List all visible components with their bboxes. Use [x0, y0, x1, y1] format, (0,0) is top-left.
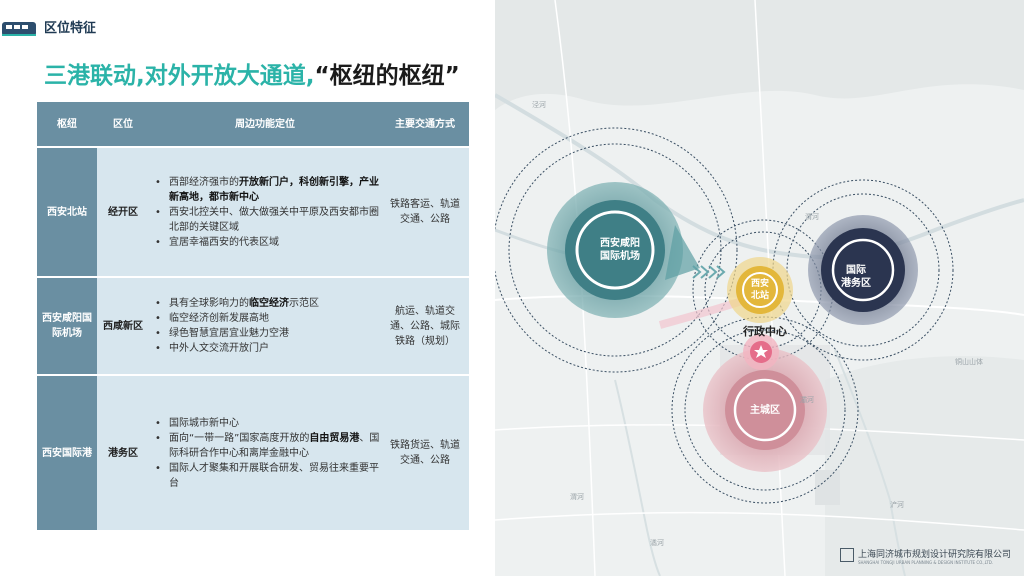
map-label: 铜山山体 [955, 358, 983, 366]
transport-cell: 航运、轨道交通、公路、城际铁路（规划） [390, 305, 460, 347]
functions-cell: 西部经济强市的开放新门户，科创新引擎，产业新高地，都市新中心 西安北控关中、做大… [149, 148, 381, 276]
table-row: 西安国际港 港务区 国际城市新中心 面向“一带一路”国家高度开放的自由贸易港、国… [37, 376, 469, 530]
list-item: 西安北控关中、做大做强关中平原及西安都市圈北部的关键区域 [153, 205, 381, 235]
headline-quote: “枢纽的枢纽” [314, 63, 460, 89]
transport-cell: 铁路客运、轨道交通、公路 [390, 199, 460, 225]
map-label: 潏河 [650, 539, 664, 547]
section-title: 区位特征 [44, 21, 97, 36]
map-label: 渭河 [570, 493, 584, 501]
table-header-row: 枢纽 区位 周边功能定位 主要交通方式 [37, 102, 469, 146]
north-station-node-label: 西安 北站 [750, 279, 769, 301]
zone-name: 经开区 [108, 206, 138, 218]
list-item: 国际城市新中心 [153, 416, 381, 431]
admin-center-label: 行政中心 [743, 325, 787, 338]
header-zone: 区位 [113, 118, 133, 130]
list-item: 面向“一带一路”国家高度开放的自由贸易港、国际科研合作中心和离岸金融中心 [153, 431, 381, 461]
map-label: 灞河 [800, 396, 814, 404]
zone-name: 西咸新区 [103, 320, 143, 332]
list-item: 国际人才聚集和开展联合研发、贸易往来重要平台 [153, 461, 381, 491]
zone-name: 港务区 [108, 447, 138, 459]
function-list: 国际城市新中心 面向“一带一路”国家高度开放的自由贸易港、国际科研合作中心和离岸… [149, 416, 381, 491]
list-item: 临空经济创新发展高地 [153, 311, 319, 326]
map-label: 泾河 [532, 101, 546, 109]
port-node-label: 国际 港务区 [841, 265, 871, 289]
header-transport: 主要交通方式 [395, 118, 455, 130]
hub-name: 西安北站 [37, 148, 97, 276]
function-list: 西部经济强市的开放新门户，科创新引擎，产业新高地，都市新中心 西安北控关中、做大… [149, 175, 381, 250]
function-list: 具有全球影响力的临空经济示范区 临空经济创新发展高地 绿色智慧宜居宜业魅力空港 … [149, 296, 319, 356]
city-node-label: 主城区 [750, 405, 780, 416]
map-label: 浐河 [890, 501, 904, 509]
table-row: 西安北站 经开区 西部经济强市的开放新门户，科创新引擎，产业新高地，都市新中心 … [37, 148, 469, 276]
list-item: 绿色智慧宜居宜业魅力空港 [153, 326, 319, 341]
top-bar: 区位特征 [0, 0, 495, 56]
hub-table: 枢纽 区位 周边功能定位 主要交通方式 西安北站 经开区 西部经济强市的开放新门… [37, 102, 469, 530]
train-logo-icon [2, 22, 36, 36]
hub-name: 西安咸阳国际机场 [37, 278, 97, 374]
list-item: 中外人文交流开放门户 [153, 341, 319, 356]
company-name-en: SHANGHAI TONGJI URBAN PLANNING & DESIGN … [858, 560, 994, 565]
page-headline: 三港联动,对外开放大通道,“枢纽的枢纽” [44, 60, 460, 92]
map-label: 渭河 [805, 213, 819, 221]
list-item: 具有全球影响力的临空经济示范区 [153, 296, 319, 311]
functions-cell: 国际城市新中心 面向“一带一路”国家高度开放的自由贸易港、国际科研合作中心和离岸… [149, 376, 381, 530]
header-functions: 周边功能定位 [235, 118, 295, 130]
company-name: 上海同济城市规划设计研究院有限公司 [858, 550, 1012, 560]
functions-cell: 具有全球影响力的临空经济示范区 临空经济创新发展高地 绿色智慧宜居宜业魅力空港 … [149, 278, 381, 374]
transport-cell: 铁路货运、轨道交通、公路 [390, 440, 460, 466]
headline-main: 三港联动,对外开放大通道, [44, 63, 315, 89]
hub-name: 西安国际港 [37, 376, 97, 530]
table-row: 西安咸阳国际机场 西咸新区 具有全球影响力的临空经济示范区 临空经济创新发展高地… [37, 278, 469, 374]
company-logo-icon [840, 548, 854, 562]
header-hub: 枢纽 [57, 118, 77, 130]
list-item: 宜居幸福西安的代表区域 [153, 235, 381, 250]
airport-node-label: 西安咸阳 国际机场 [600, 238, 640, 262]
list-item: 西部经济强市的开放新门户，科创新引擎，产业新高地，都市新中心 [153, 175, 381, 205]
